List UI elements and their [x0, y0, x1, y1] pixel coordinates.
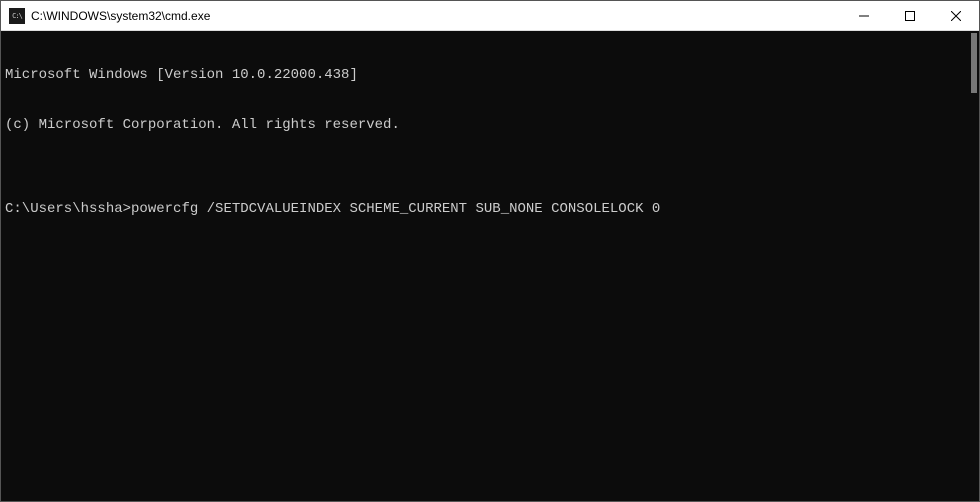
maximize-button[interactable]	[887, 1, 933, 30]
window-title: C:\WINDOWS\system32\cmd.exe	[31, 9, 841, 23]
console-output-line: Microsoft Windows [Version 10.0.22000.43…	[5, 67, 975, 84]
console-prompt-line: C:\Users\hssha>powercfg /SETDCVALUEINDEX…	[5, 201, 975, 218]
window-controls	[841, 1, 979, 30]
console-output-line: (c) Microsoft Corporation. All rights re…	[5, 117, 975, 134]
minimize-icon	[859, 11, 869, 21]
cmd-icon: C:\	[9, 8, 25, 24]
titlebar[interactable]: C:\ C:\WINDOWS\system32\cmd.exe	[1, 1, 979, 31]
maximize-icon	[905, 11, 915, 21]
close-button[interactable]	[933, 1, 979, 30]
cmd-window: C:\ C:\WINDOWS\system32\cmd.exe Microsof…	[0, 0, 980, 502]
minimize-button[interactable]	[841, 1, 887, 30]
vertical-scrollbar[interactable]	[963, 31, 979, 501]
scrollbar-thumb[interactable]	[971, 33, 977, 93]
command-text: powercfg /SETDCVALUEINDEX SCHEME_CURRENT…	[131, 201, 660, 217]
prompt-text: C:\Users\hssha>	[5, 201, 131, 217]
close-icon	[951, 11, 961, 21]
console-area[interactable]: Microsoft Windows [Version 10.0.22000.43…	[1, 31, 979, 501]
